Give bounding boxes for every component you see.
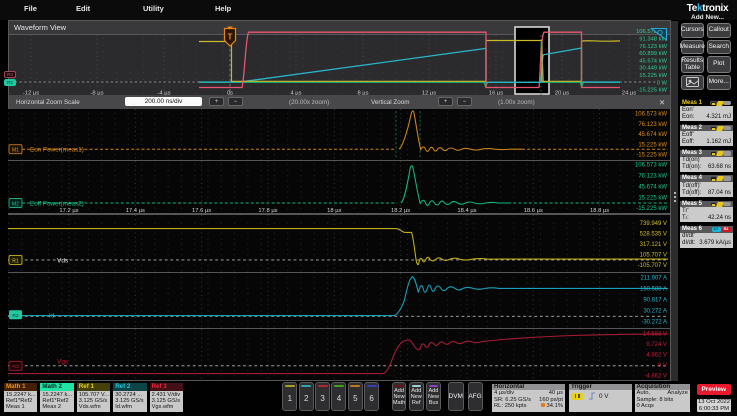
svg-text:R1: R1 [12,258,19,264]
svg-text:15.225 kW: 15.225 kW [639,73,667,79]
svg-text:-8 µs: -8 µs [90,91,103,96]
svg-text:R2: R2 [12,313,19,319]
svg-text:150.588 A: 150.588 A [640,287,667,293]
svg-text:M1: M1 [12,147,19,153]
svg-text:Id: Id [49,312,55,319]
svg-text:24 µs: 24 µs [622,91,636,96]
svg-text:45.674 kW: 45.674 kW [638,185,667,191]
svg-text:739.949 V: 739.949 V [640,221,667,227]
svg-text:9.724 V: 9.724 V [646,342,667,348]
svg-text:16 µs: 16 µs [489,91,503,96]
svg-text:-105.707 V: -105.707 V [638,263,667,269]
svg-text:45.674 kW: 45.674 kW [639,58,667,64]
svg-text:-15.225 kW: -15.225 kW [636,152,667,158]
svg-text:Eon Power(meas1): Eon Power(meas1) [30,146,84,153]
svg-text:T: T [228,33,233,42]
svg-text:12 µs: 12 µs [422,91,436,96]
svg-text:106.573 kW: 106.573 kW [635,163,667,169]
svg-text:30.449 kW: 30.449 kW [639,66,667,72]
svg-text:-15.225 kW: -15.225 kW [637,88,667,94]
svg-text:Vgs: Vgs [57,359,69,366]
svg-text:45.674 kW: 45.674 kW [638,132,667,138]
svg-text:20 µs: 20 µs [555,91,569,96]
svg-text:M2: M2 [12,202,19,208]
svg-text:-4 µs: -4 µs [157,91,170,96]
svg-text:14.583 V: 14.583 V [643,331,667,337]
svg-text:317.121 V: 317.121 V [640,242,667,248]
svg-text:76.123 kW: 76.123 kW [638,121,667,127]
svg-text:76.123 kW: 76.123 kW [639,44,667,50]
svg-text:105.707 V: 105.707 V [640,252,667,258]
svg-text:15.225 kW: 15.225 kW [638,142,667,148]
svg-text:90.817 A: 90.817 A [643,298,667,304]
svg-text:15.225 kW: 15.225 kW [638,196,667,202]
svg-text:Vds: Vds [57,257,69,264]
svg-text:-4.862 V: -4.862 V [644,374,667,380]
svg-text:30.272 A: 30.272 A [643,309,667,315]
svg-text:211.907 A: 211.907 A [640,276,667,282]
svg-text:4 µs: 4 µs [290,91,301,96]
svg-text:0 W: 0 W [657,80,668,86]
svg-text:-12 µs: -12 µs [23,91,39,96]
svg-text:0 V: 0 V [658,363,667,369]
svg-text:-15.225 kW: -15.225 kW [636,207,667,213]
svg-text:8 µs: 8 µs [357,91,368,96]
svg-text:60.899 kW: 60.899 kW [639,51,667,57]
svg-text:-30.272 A: -30.272 A [641,320,667,326]
svg-text:Eoff Power(meas2): Eoff Power(meas2) [30,201,84,208]
svg-text:0s: 0s [227,91,233,96]
svg-text:106.573 kW: 106.573 kW [635,111,667,117]
svg-text:76.123 kW: 76.123 kW [638,174,667,180]
svg-text:4.862 V: 4.862 V [646,353,667,359]
svg-text:528.535 V: 528.535 V [640,231,667,237]
svg-text:R3: R3 [12,364,19,370]
